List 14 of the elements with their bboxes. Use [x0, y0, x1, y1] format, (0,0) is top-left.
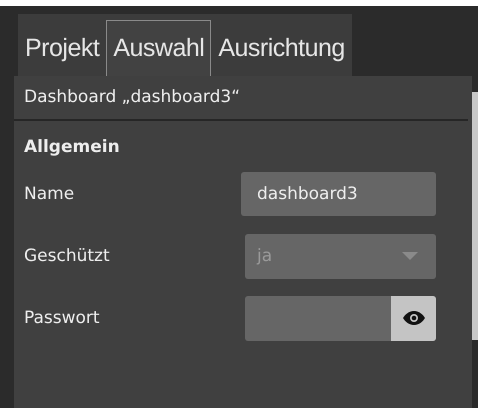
panel-title: Dashboard „dashboard3“ [14, 76, 468, 121]
name-field[interactable]: dashboard3 [241, 172, 436, 216]
eye-icon [402, 311, 424, 325]
password-field[interactable] [245, 296, 436, 340]
tab[interactable]: Projekt [18, 20, 106, 76]
tab[interactable]: Ausrichtung [211, 20, 352, 76]
scrollbar-thumb[interactable] [472, 92, 478, 340]
field-label: Geschützt [24, 246, 110, 266]
field-label: Name [24, 184, 74, 204]
section-heading: Allgemein [23, 136, 121, 159]
show-password-button[interactable] [391, 296, 436, 340]
tab[interactable]: Auswahl [106, 20, 212, 76]
field-label: Passwort [24, 308, 100, 328]
caret-icon [402, 252, 418, 260]
